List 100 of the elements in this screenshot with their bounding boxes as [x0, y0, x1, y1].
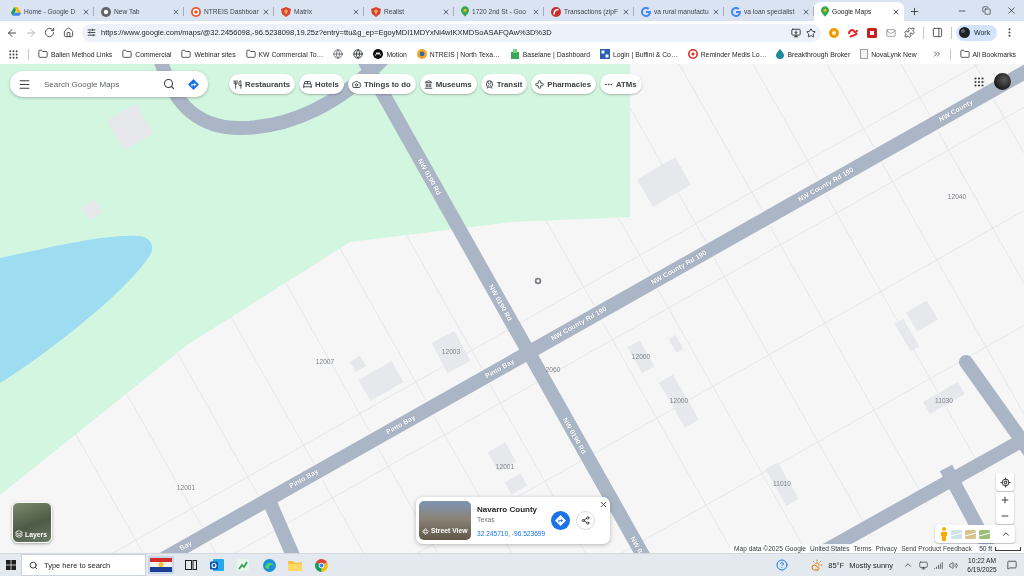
search-button[interactable]: [161, 76, 177, 92]
two-panes-icon: [185, 560, 197, 570]
restore-icon: [982, 6, 991, 15]
apps-grid-icon: [973, 75, 985, 88]
monitor-icon: [918, 560, 928, 570]
close-icon: [598, 499, 608, 509]
help-icon: [776, 559, 789, 571]
folder-icon: [181, 49, 192, 59]
shield-logo-icon: [281, 6, 291, 17]
my-location-button[interactable]: [996, 473, 1014, 491]
bed-icon: [303, 79, 313, 89]
map-marker-icon: [533, 276, 543, 286]
chevron-up-icon: [903, 560, 913, 570]
scale-bar: [995, 546, 1021, 551]
windows-logo-icon: [5, 560, 16, 570]
directions-button[interactable]: [185, 76, 201, 92]
help-button[interactable]: [774, 557, 791, 573]
close-icon: [802, 7, 810, 16]
search-icon: [29, 560, 38, 570]
globe-icon: [353, 49, 364, 59]
network-button[interactable]: [932, 559, 944, 571]
tray-icon[interactable]: [917, 559, 929, 571]
directions-icon: [555, 515, 567, 526]
layers-icon: [15, 530, 23, 538]
directions-icon: [187, 78, 199, 90]
folder-icon: [38, 49, 48, 59]
close-icon: [712, 7, 720, 16]
ring-logo-icon: [687, 49, 698, 59]
search-icon: [163, 78, 175, 90]
directions-button[interactable]: [551, 511, 571, 530]
globe-icon: [333, 49, 344, 59]
bookmark-star-icon: [806, 27, 816, 38]
mail-app-icon: [210, 559, 224, 571]
map-thumbnail-icon: [979, 529, 990, 539]
signal-icon: [933, 560, 943, 570]
fork-knife-icon: [233, 79, 242, 89]
person-figure-icon: [940, 527, 948, 541]
apps-grid-icon: [8, 48, 19, 60]
close-icon: [532, 7, 540, 16]
knot-logo-icon: [847, 27, 858, 38]
apps-button[interactable]: [972, 74, 986, 89]
train-icon: [484, 79, 494, 89]
search-highlight-button[interactable]: [146, 554, 176, 576]
folder-icon: [245, 49, 256, 59]
close-icon: [892, 7, 900, 16]
grid-logo-icon: [599, 49, 610, 59]
rotate-arrows-icon: [422, 527, 429, 535]
swirl-browser-icon: [262, 558, 276, 572]
close-icon: [622, 7, 630, 16]
share-icon: [581, 516, 591, 525]
circle-logo-icon: [373, 49, 384, 59]
notifications-button[interactable]: [1005, 558, 1019, 572]
reload-icon: [44, 27, 55, 38]
circle-logo-icon: [828, 27, 839, 38]
message-icon: [1007, 560, 1017, 570]
volume-button[interactable]: [947, 559, 959, 571]
close-icon: [352, 7, 360, 16]
ring-logo-icon: [101, 6, 111, 17]
swirl-logo-icon: [551, 6, 561, 17]
folder-icon: [959, 49, 970, 59]
close-icon: [262, 7, 270, 16]
close-icon: [1006, 5, 1017, 16]
tricolor-circle-icon: [314, 558, 328, 572]
close-icon: [442, 7, 450, 16]
plus-icon: [908, 6, 920, 17]
map-pin-icon: [821, 6, 829, 17]
search-input[interactable]: Search Google Maps: [44, 79, 157, 89]
place-title: Navarro County: [477, 505, 538, 514]
shield-logo-icon: [371, 6, 381, 17]
map-thumbnail-icon: [965, 529, 976, 539]
triangle-logo-icon: [11, 7, 21, 16]
page-icon: [860, 49, 869, 59]
menu-icon: [17, 77, 31, 91]
sunburst-logo-icon: [416, 49, 427, 59]
back-arrow-icon: [5, 26, 18, 39]
sun-cloud-icon: [811, 559, 824, 571]
close-icon: [172, 7, 180, 16]
home-icon: [63, 27, 74, 38]
cross-icon: [535, 79, 545, 89]
chevron-up-icon: [1001, 529, 1011, 539]
folder-icon: [288, 559, 302, 571]
building-logo-icon: [509, 49, 520, 59]
folder-icon: [122, 49, 133, 59]
target-icon: [191, 6, 201, 17]
plus-icon: [1000, 495, 1010, 505]
locate-icon: [999, 476, 1011, 488]
site-settings-icon: [87, 28, 96, 37]
chevrons-icon: [931, 49, 942, 59]
g-logo-icon: [731, 6, 741, 17]
puzzle-icon: [904, 27, 915, 38]
forward-arrow-icon: [24, 26, 37, 39]
close-icon: [82, 7, 90, 16]
map-thumbnail-icon: [951, 529, 962, 539]
drop-logo-icon: [776, 49, 785, 59]
side-panel-icon: [932, 27, 943, 38]
install-icon: [791, 27, 801, 38]
pegman-button[interactable]: [940, 527, 948, 541]
share-button[interactable]: [576, 511, 596, 530]
close-button[interactable]: [598, 499, 608, 509]
map-layer-button[interactable]: [979, 529, 990, 539]
